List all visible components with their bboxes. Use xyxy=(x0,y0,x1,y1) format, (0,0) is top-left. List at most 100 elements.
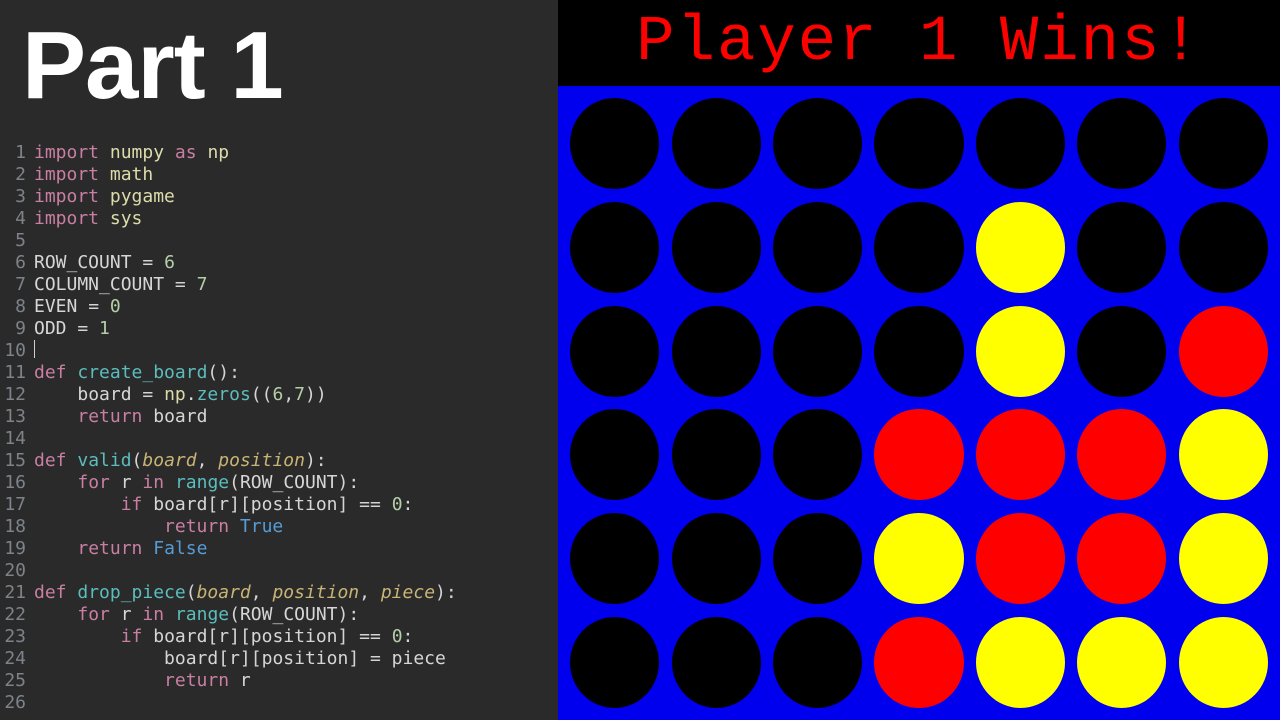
code-line[interactable]: return r xyxy=(34,670,558,692)
board-cell[interactable] xyxy=(665,92,766,196)
token-op xyxy=(229,516,240,537)
line-number: 14 xyxy=(0,428,26,450)
board-cell[interactable] xyxy=(868,196,969,300)
board-cell[interactable] xyxy=(564,403,665,507)
line-number: 11 xyxy=(0,362,26,384)
board-cell[interactable] xyxy=(868,92,969,196)
token-op: [ xyxy=(207,626,218,647)
line-number: 1 xyxy=(0,142,26,164)
line-number: 15 xyxy=(0,450,26,472)
board-cell[interactable] xyxy=(1173,92,1274,196)
code-content[interactable]: import numpy as npimport mathimport pyga… xyxy=(34,142,558,720)
board-cell[interactable] xyxy=(1173,403,1274,507)
code-line[interactable]: board = np.zeros((6,7)) xyxy=(34,384,558,406)
board-cell[interactable] xyxy=(665,507,766,611)
token-op xyxy=(34,604,77,625)
token-kw: import xyxy=(34,208,99,229)
board-cell[interactable] xyxy=(564,92,665,196)
board-cell[interactable] xyxy=(767,196,868,300)
token-op xyxy=(110,604,121,625)
line-number-gutter: 1234567891011121314151617181920212223242… xyxy=(0,142,34,720)
board-cell[interactable] xyxy=(564,610,665,714)
token-fn: range xyxy=(175,604,229,625)
board-cell[interactable] xyxy=(1071,610,1172,714)
code-line[interactable]: def valid(board, position): xyxy=(34,450,558,472)
board-cell[interactable] xyxy=(868,610,969,714)
board-cell[interactable] xyxy=(665,196,766,300)
board-cell[interactable] xyxy=(1071,403,1172,507)
code-line[interactable]: return False xyxy=(34,538,558,560)
code-line[interactable] xyxy=(34,340,558,362)
token-op: ] == xyxy=(338,626,392,647)
board-cell[interactable] xyxy=(665,403,766,507)
token-op: . xyxy=(186,384,197,405)
board-cell[interactable] xyxy=(665,610,766,714)
token-op xyxy=(34,384,77,405)
game-panel: Player 1 Wins! xyxy=(558,0,1280,720)
board-cell[interactable] xyxy=(1071,299,1172,403)
token-op xyxy=(164,604,175,625)
board-cell[interactable] xyxy=(1173,196,1274,300)
board-cell[interactable] xyxy=(868,299,969,403)
board-cell[interactable] xyxy=(665,299,766,403)
empty-slot xyxy=(773,306,862,397)
code-line[interactable]: ODD = 1 xyxy=(34,318,558,340)
board-cell[interactable] xyxy=(970,299,1071,403)
line-number: 20 xyxy=(0,560,26,582)
board-cell[interactable] xyxy=(767,403,868,507)
code-line[interactable]: import math xyxy=(34,164,558,186)
board-cell[interactable] xyxy=(1071,507,1172,611)
token-op: , xyxy=(251,582,273,603)
code-line[interactable]: for r in range(ROW_COUNT): xyxy=(34,472,558,494)
token-var: board xyxy=(164,648,218,669)
board-cell[interactable] xyxy=(970,610,1071,714)
empty-slot xyxy=(672,409,761,500)
token-kw: return xyxy=(77,538,142,559)
board-cell[interactable] xyxy=(767,299,868,403)
board-cell[interactable] xyxy=(970,507,1071,611)
code-line[interactable]: return board xyxy=(34,406,558,428)
board-cell[interactable] xyxy=(868,403,969,507)
code-line[interactable]: def create_board(): xyxy=(34,362,558,384)
board-cell[interactable] xyxy=(1173,610,1274,714)
board-cell[interactable] xyxy=(1173,299,1274,403)
board-cell[interactable] xyxy=(767,507,868,611)
board-cell[interactable] xyxy=(767,610,868,714)
board-cell[interactable] xyxy=(564,299,665,403)
empty-slot xyxy=(773,617,862,708)
code-line[interactable] xyxy=(34,560,558,582)
board-cell[interactable] xyxy=(970,196,1071,300)
board-cell[interactable] xyxy=(868,507,969,611)
board-cell[interactable] xyxy=(1071,92,1172,196)
board-cell[interactable] xyxy=(970,92,1071,196)
code-line[interactable] xyxy=(34,428,558,450)
board-cell[interactable] xyxy=(1173,507,1274,611)
board-cell[interactable] xyxy=(564,507,665,611)
connect4-board[interactable] xyxy=(558,86,1280,720)
code-line[interactable] xyxy=(34,230,558,252)
code-line[interactable]: import pygame xyxy=(34,186,558,208)
code-line[interactable]: if board[r][position] == 0: xyxy=(34,626,558,648)
code-line[interactable]: EVEN = 0 xyxy=(34,296,558,318)
code-line[interactable]: ROW_COUNT = 6 xyxy=(34,252,558,274)
board-cell[interactable] xyxy=(767,92,868,196)
token-var: position xyxy=(251,626,338,647)
token-kw: if xyxy=(121,494,143,515)
board-cell[interactable] xyxy=(564,196,665,300)
token-op xyxy=(67,362,78,383)
line-number: 2 xyxy=(0,164,26,186)
token-var: ROW_COUNT xyxy=(240,604,338,625)
code-line[interactable] xyxy=(34,692,558,714)
code-editor[interactable]: 1234567891011121314151617181920212223242… xyxy=(0,138,558,720)
code-line[interactable]: board[r][position] = piece xyxy=(34,648,558,670)
code-line[interactable]: COLUMN_COUNT = 7 xyxy=(34,274,558,296)
code-line[interactable]: return True xyxy=(34,516,558,538)
code-line[interactable]: if board[r][position] == 0: xyxy=(34,494,558,516)
code-line[interactable]: for r in range(ROW_COUNT): xyxy=(34,604,558,626)
board-cell[interactable] xyxy=(1071,196,1172,300)
code-line[interactable]: def drop_piece(board, position, piece): xyxy=(34,582,558,604)
code-line[interactable]: import numpy as np xyxy=(34,142,558,164)
board-cell[interactable] xyxy=(970,403,1071,507)
code-line[interactable]: import sys xyxy=(34,208,558,230)
token-op xyxy=(99,186,110,207)
